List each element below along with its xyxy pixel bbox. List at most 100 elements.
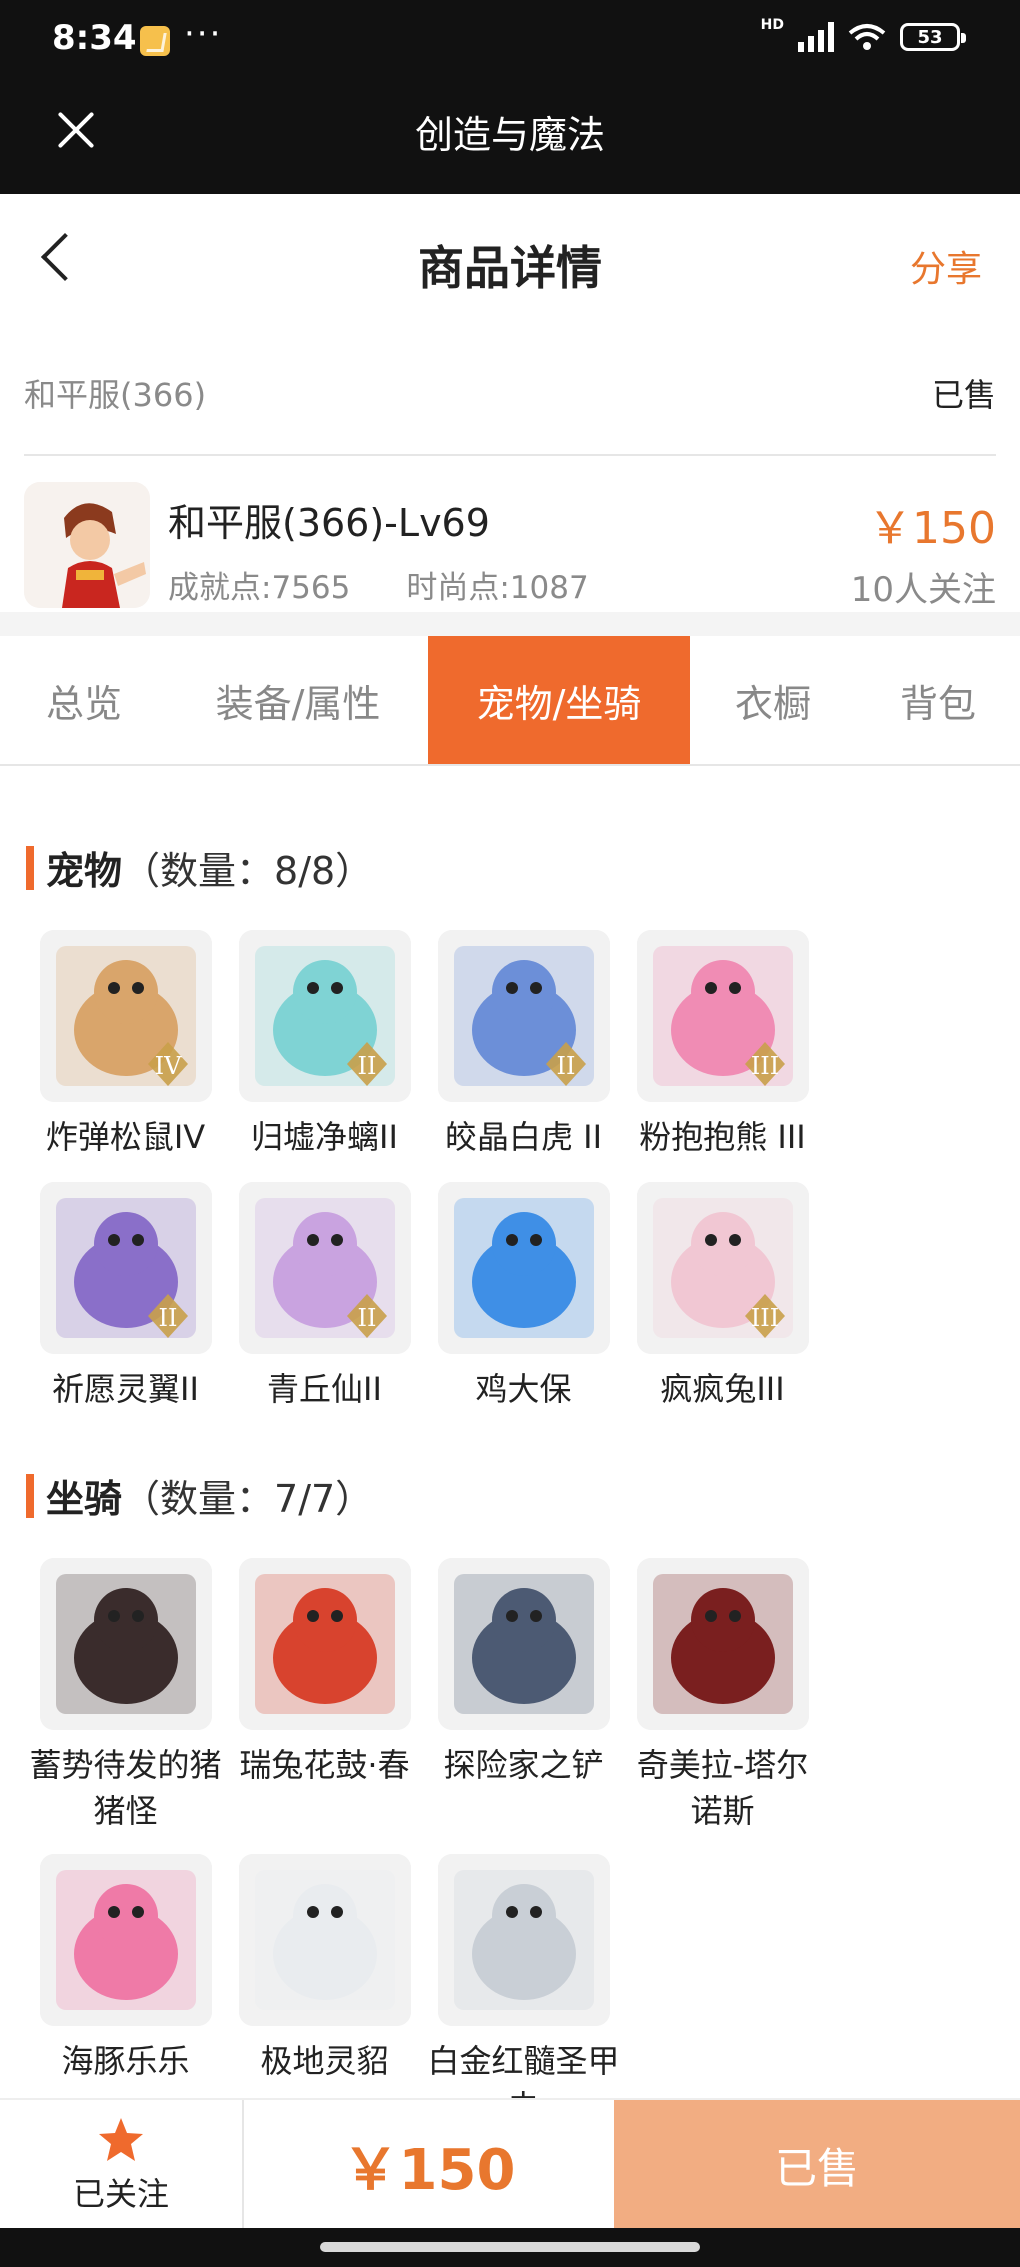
mounts-label: 奇美拉-塔尔诺斯	[636, 1746, 809, 1830]
section-divider	[0, 612, 1020, 636]
product-price: ￥150	[868, 503, 996, 554]
signal-icon	[798, 22, 834, 52]
section-title: 坐骑	[46, 1477, 123, 1521]
tab-pets-mounts[interactable]: 宠物/坐骑	[428, 636, 690, 764]
svg-text:III: III	[750, 1304, 778, 1332]
status-badge: 已售	[931, 376, 996, 414]
more-notifications-icon: ···	[184, 14, 223, 54]
section-title: 宠物	[46, 849, 123, 893]
mounts-item[interactable]: 白金红髓圣甲虫	[424, 1854, 623, 2098]
svg-text:III: III	[750, 1052, 778, 1080]
pets-item[interactable]: III 粉抱抱熊 III	[623, 930, 822, 1160]
section-count: （数量：8/8）	[122, 849, 374, 893]
beetle-mount-icon	[437, 1854, 610, 2026]
character-avatar	[24, 482, 150, 608]
mounts-label: 极地灵貂	[260, 2042, 389, 2080]
pets-section-header: 宠物 （数量：8/8）	[26, 840, 373, 895]
webview-title: 创造与魔法	[414, 113, 605, 157]
fashion-points: 时尚点:1087	[406, 570, 589, 606]
pink-bear-pet-icon: III	[636, 930, 809, 1102]
mounts-item[interactable]: 奇美拉-塔尔诺斯	[623, 1558, 822, 1834]
pets-item[interactable]: IV 炸弹松鼠IV	[26, 930, 225, 1160]
pets-label: 归墟净螭II	[251, 1118, 398, 1156]
griffin-pet-icon: II	[39, 1182, 212, 1354]
accent-bar	[26, 845, 34, 890]
status-icons: HD 53	[761, 17, 966, 52]
status-bar: 8:34 ··· HD 53	[0, 0, 1020, 82]
wifi-icon	[848, 23, 886, 51]
tab-label: 装备/属性	[215, 681, 381, 726]
sold-button[interactable]: 已售	[614, 2100, 1020, 2230]
page-title: 商品详情	[418, 241, 602, 295]
pets-label: 青丘仙II	[267, 1370, 382, 1408]
product-stats: 成就点:7565 时尚点:1087	[168, 562, 589, 607]
pets-label: 鸡大保	[475, 1370, 572, 1408]
pets-item[interactable]: II 祈愿灵翼II	[26, 1182, 225, 1412]
tab-label: 背包	[899, 681, 976, 726]
mounts-label: 蓄势待发的猪猪怪	[29, 1746, 222, 1830]
tab-backpack[interactable]: 背包	[856, 636, 1020, 764]
pig-mount-icon	[39, 1558, 212, 1730]
dolphin-mount-icon	[39, 1854, 212, 2026]
bottom-price: ￥150	[342, 2137, 516, 2203]
tab-equipment[interactable]: 装备/属性	[168, 636, 428, 764]
tab-wardrobe[interactable]: 衣橱	[690, 636, 856, 764]
svg-text:II: II	[357, 1052, 376, 1080]
pets-label: 皎晶白虎 II	[444, 1118, 603, 1156]
webview-header: 创造与魔法	[0, 82, 1020, 194]
product-name: 和平服(366)-Lv69	[168, 501, 490, 545]
tiger-pet-icon: II	[437, 930, 610, 1102]
pets-label: 粉抱抱熊 III	[639, 1118, 806, 1156]
pets-label: 祈愿灵翼II	[52, 1370, 199, 1408]
tab-label: 宠物/坐骑	[476, 681, 642, 726]
product-summary: 和平服(366)-Lv69 成就点:7565 时尚点:1087 ￥150 10人…	[0, 478, 1020, 614]
squirrel-pet-icon: IV	[39, 930, 212, 1102]
shovel-mount-icon	[437, 1558, 610, 1730]
home-bar	[320, 2242, 700, 2252]
svg-text:II: II	[556, 1052, 575, 1080]
tab-label: 总览	[45, 681, 122, 726]
svg-text:II: II	[357, 1304, 376, 1332]
mounts-label: 海豚乐乐	[61, 2042, 190, 2080]
status-time: 8:34	[52, 18, 137, 58]
section-count: （数量：7/7）	[122, 1477, 374, 1521]
marten-mount-icon	[238, 1854, 411, 2026]
mounts-item[interactable]: 蓄势待发的猪猪怪	[26, 1558, 225, 1834]
achievement-points: 成就点:7565	[168, 570, 351, 606]
follower-count: 10人关注	[850, 570, 996, 610]
star-icon	[99, 2118, 143, 2161]
pets-item[interactable]: II 青丘仙II	[225, 1182, 424, 1412]
mount-grid: 蓄势待发的猪猪怪 瑞兔花鼓·春 探险家之铲 奇美拉-塔尔诺斯 海豚乐乐 极地灵貂…	[26, 1558, 996, 2098]
hd-indicator: HD	[760, 17, 784, 33]
pets-item[interactable]: II 归墟净螭II	[225, 930, 424, 1160]
mounts-section-header: 坐骑 （数量：7/7）	[26, 1468, 373, 1523]
server-name: 和平服(366)	[24, 376, 207, 414]
rabbit-pet-icon: III	[636, 1182, 809, 1354]
detail-tabs: 总览 装备/属性 宠物/坐骑 衣橱 背包	[0, 636, 1020, 766]
follow-button[interactable]: 已关注	[0, 2100, 244, 2230]
fox-fairy-pet-icon: II	[238, 1182, 411, 1354]
share-button[interactable]: 分享	[910, 240, 982, 292]
pets-label: 疯疯兔III	[660, 1370, 785, 1408]
page-nav: 商品详情 分享	[0, 194, 1020, 332]
svg-text:II: II	[158, 1304, 177, 1332]
mounts-item[interactable]: 极地灵貂	[225, 1854, 424, 2098]
tab-overview[interactable]: 总览	[0, 636, 168, 764]
mounts-item[interactable]: 海豚乐乐	[26, 1854, 225, 2098]
dragon-pet-icon: II	[238, 930, 411, 1102]
accent-bar	[26, 1473, 34, 1518]
battery-icon: 53	[900, 23, 966, 51]
mounts-item[interactable]: 瑞兔花鼓·春	[225, 1558, 424, 1834]
pets-item[interactable]: III 疯疯兔III	[623, 1182, 822, 1412]
mounts-label: 白金红髓圣甲虫	[427, 2042, 620, 2098]
mounts-label: 瑞兔花鼓·春	[239, 1746, 410, 1784]
pets-label: 炸弹松鼠IV	[45, 1118, 206, 1156]
drum-mount-icon	[238, 1558, 411, 1730]
home-indicator	[0, 2228, 1020, 2267]
follow-label: 已关注	[72, 2175, 169, 2213]
pets-item[interactable]: II 皎晶白虎 II	[424, 930, 623, 1160]
pets-item[interactable]: 鸡大保	[424, 1182, 623, 1412]
bottom-action-bar: 已关注 ￥150 已售	[0, 2098, 1020, 2230]
blue-chick-pet-icon	[437, 1182, 610, 1354]
mounts-item[interactable]: 探险家之铲	[424, 1558, 623, 1834]
